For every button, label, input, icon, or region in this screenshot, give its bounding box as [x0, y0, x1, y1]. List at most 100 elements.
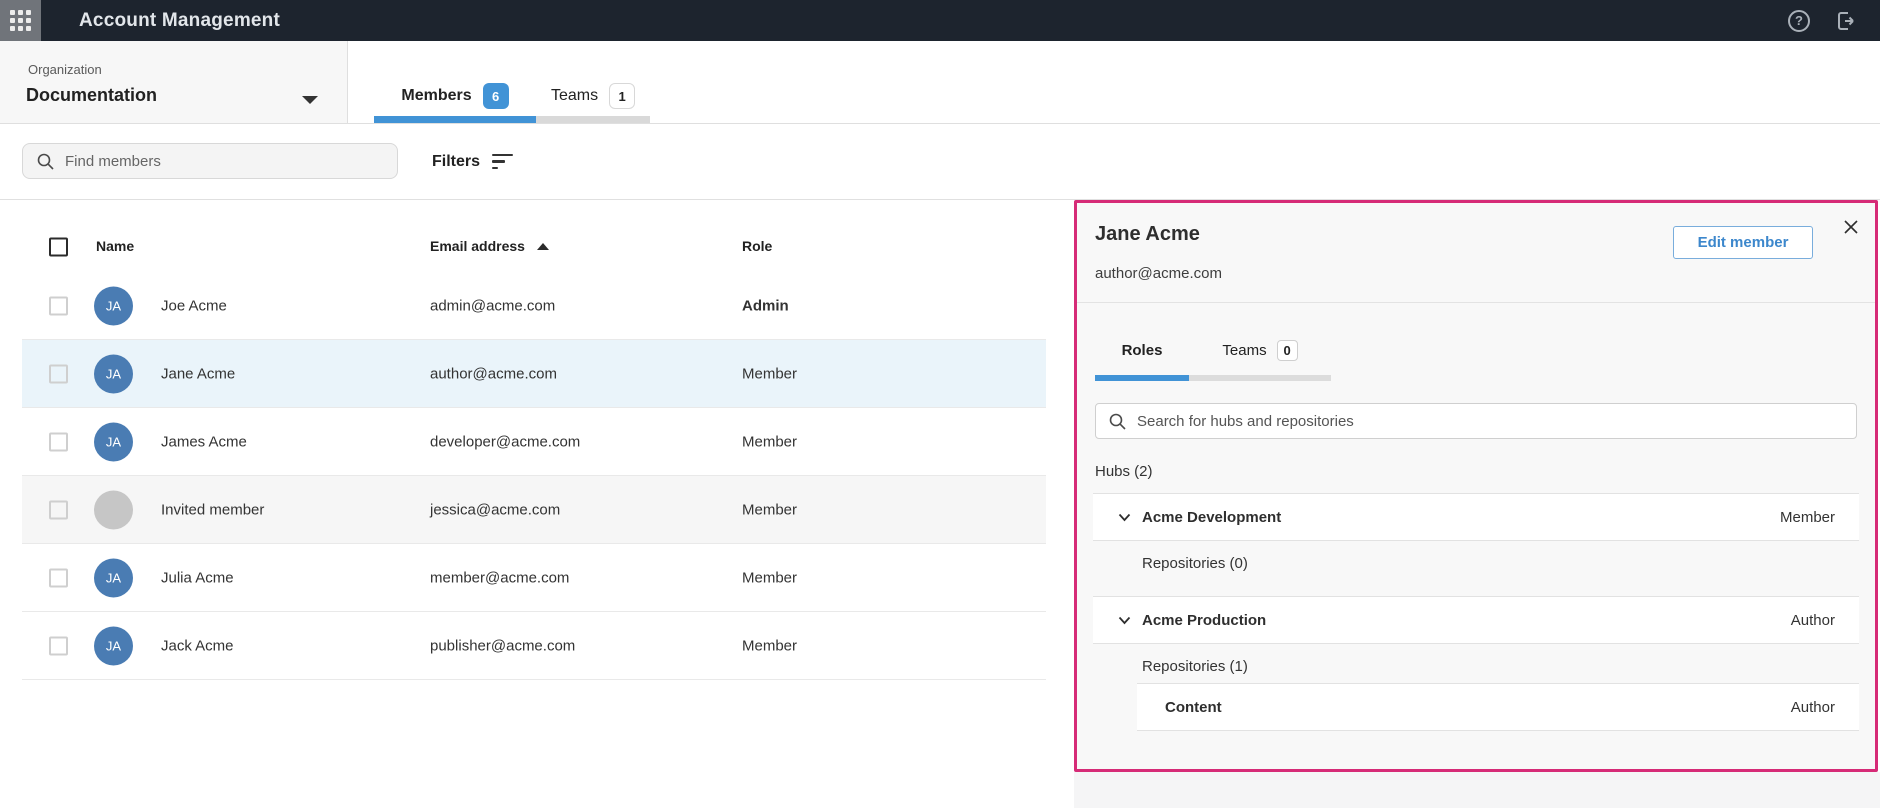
member-email: jessica@acme.com	[430, 501, 561, 518]
avatar: JA	[94, 626, 133, 665]
member-name: Invited member	[161, 501, 265, 518]
panel-teams-count-badge: 0	[1276, 339, 1298, 361]
hub-row-acme-production[interactable]: Acme Production Author	[1093, 596, 1859, 644]
hub-name: Acme Development	[1142, 508, 1282, 526]
tab-members[interactable]: Members 6	[374, 41, 536, 123]
panel-tabs: Roles Teams 0	[1095, 329, 1331, 381]
close-icon	[1844, 220, 1858, 234]
select-row-checkbox[interactable]	[49, 636, 68, 655]
column-header-email[interactable]: Email address	[430, 238, 549, 254]
panel-member-email: author@acme.com	[1095, 265, 1222, 282]
column-header-email-label: Email address	[430, 238, 525, 254]
select-row-checkbox[interactable]	[49, 500, 68, 519]
chevron-down-icon[interactable]	[1118, 616, 1131, 625]
avatar: JA	[94, 558, 133, 597]
member-email: admin@acme.com	[430, 297, 556, 314]
panel-tab-roles-label: Roles	[1121, 341, 1163, 359]
panel-tab-inactive-underline	[1189, 375, 1331, 381]
panel-tab-roles[interactable]: Roles	[1095, 329, 1189, 381]
teams-count-badge: 1	[609, 83, 636, 109]
tab-inactive-underline	[536, 116, 650, 123]
member-role: Member	[742, 637, 798, 654]
repositories-count-label: Repositories (0)	[1142, 555, 1248, 572]
members-table: Name Email address Role JA Joe Acme admi…	[22, 200, 1046, 680]
edit-member-button[interactable]: Edit member	[1673, 226, 1813, 259]
hub-row-acme-development[interactable]: Acme Development Member	[1093, 493, 1859, 541]
hub-role: Member	[1779, 508, 1835, 526]
members-toolbar: Filters	[0, 124, 1880, 199]
member-email: member@acme.com	[430, 569, 570, 586]
table-row[interactable]: JA Joe Acme admin@acme.com Admin	[22, 272, 1046, 340]
panel-tab-active-underline	[1095, 375, 1189, 381]
members-count-badge: 6	[482, 83, 509, 109]
panel-header-divider	[1077, 302, 1875, 303]
member-role: Member	[742, 569, 798, 586]
hubs-heading: Hubs (2)	[1095, 463, 1153, 480]
table-row[interactable]: Invited member jessica@acme.com Member	[22, 476, 1046, 544]
member-name: Jane Acme	[161, 365, 236, 382]
select-row-checkbox[interactable]	[49, 296, 68, 315]
filters-label: Filters	[432, 152, 481, 170]
close-panel-button[interactable]	[1841, 217, 1861, 237]
organization-name: Documentation	[26, 85, 158, 105]
select-row-checkbox[interactable]	[49, 364, 68, 383]
filters-button[interactable]: Filters	[432, 124, 514, 199]
search-icon	[37, 153, 54, 170]
help-icon[interactable]: ?	[1788, 9, 1810, 32]
filter-icon	[492, 153, 514, 170]
tab-teams[interactable]: Teams 1	[536, 41, 650, 123]
member-name: Joe Acme	[161, 297, 227, 314]
member-name: Julia Acme	[161, 569, 234, 586]
sort-ascending-icon	[536, 242, 549, 250]
select-all-checkbox[interactable]	[49, 237, 68, 257]
table-row[interactable]: JA Julia Acme member@acme.com Member	[22, 544, 1046, 612]
select-row-checkbox[interactable]	[49, 568, 68, 587]
top-app-bar: Account Management ?	[0, 0, 1880, 41]
apps-grid-button[interactable]	[0, 0, 41, 41]
hubs-searchbox[interactable]	[1095, 403, 1857, 439]
tab-active-underline	[374, 116, 536, 123]
logout-icon[interactable]	[1834, 9, 1858, 33]
column-header-name: Name	[96, 238, 135, 254]
table-row[interactable]: JA Jane Acme author@acme.com Member	[22, 340, 1046, 408]
table-row[interactable]: JA Jack Acme publisher@acme.com Member	[22, 612, 1046, 680]
hub-name: Acme Production	[1142, 611, 1267, 629]
panel-tab-teams[interactable]: Teams 0	[1189, 329, 1331, 381]
avatar: JA	[94, 354, 133, 393]
member-role: Member	[742, 433, 798, 450]
hubs-search-input[interactable]	[1137, 412, 1817, 430]
table-row[interactable]: JA James Acme developer@acme.com Member	[22, 408, 1046, 476]
select-row-checkbox[interactable]	[49, 432, 68, 451]
repository-name: Content	[1165, 698, 1222, 716]
apps-grid-icon	[10, 10, 31, 31]
hub-role: Author	[1790, 611, 1835, 629]
chevron-down-icon[interactable]	[1118, 513, 1131, 522]
tab-teams-label: Teams	[550, 87, 599, 104]
drawer-background	[1074, 772, 1880, 808]
column-header-role: Role	[742, 238, 773, 254]
member-email: author@acme.com	[430, 365, 557, 382]
member-email: developer@acme.com	[430, 433, 581, 450]
avatar	[94, 490, 133, 529]
member-role: Member	[742, 501, 798, 518]
organization-selector[interactable]: Organization Documentation	[0, 41, 348, 123]
panel-tab-teams-label: Teams	[1222, 341, 1267, 359]
member-role: Admin	[742, 297, 789, 314]
repository-row-content[interactable]: Content Author	[1137, 683, 1859, 731]
caret-down-icon	[302, 96, 318, 104]
repository-role: Author	[1790, 698, 1835, 716]
page-header: Organization Documentation Members 6 Tea…	[0, 41, 1880, 124]
member-detail-panel: Jane Acme author@acme.com Edit member Ro…	[1074, 200, 1878, 772]
tab-members-label: Members	[401, 87, 472, 104]
app-title: Account Management	[79, 9, 281, 31]
avatar: JA	[94, 422, 133, 461]
member-name: Jack Acme	[161, 637, 234, 654]
find-members-input[interactable]	[65, 152, 365, 170]
find-members-searchbox[interactable]	[22, 143, 398, 179]
member-email: publisher@acme.com	[430, 637, 576, 654]
member-name: James Acme	[161, 433, 247, 450]
table-header-row: Name Email address Role	[22, 200, 1046, 272]
organization-label: Organization	[28, 62, 102, 77]
search-icon	[1109, 413, 1126, 430]
main-tabs: Members 6 Teams 1	[374, 41, 650, 123]
